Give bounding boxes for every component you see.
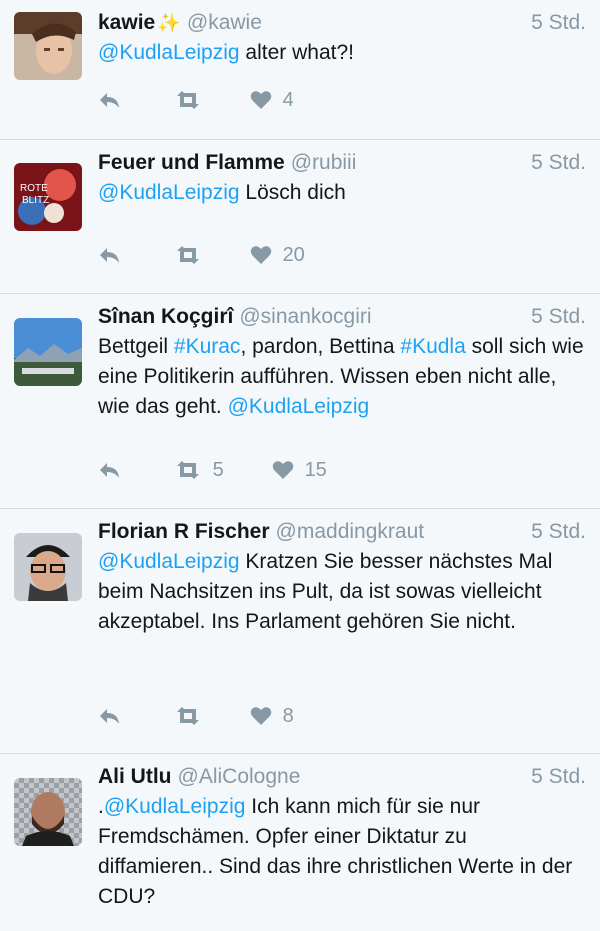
timestamp[interactable]: 5 Std.	[531, 148, 586, 178]
timestamp[interactable]: 5 Std.	[531, 8, 586, 38]
tweet-text-segment: , pardon, Bettina	[240, 335, 401, 358]
like-count: 8	[282, 704, 294, 727]
user-handle[interactable]: @rubiii	[291, 151, 357, 174]
mention-link[interactable]: @KudlaLeipzig	[98, 181, 240, 204]
mention-link[interactable]: @KudlaLeipzig	[98, 550, 240, 573]
avatar[interactable]	[14, 12, 82, 80]
reply-icon	[100, 708, 119, 724]
timestamp[interactable]: 5 Std.	[531, 302, 586, 332]
retweet-icon	[177, 90, 199, 109]
mention-link[interactable]: @KudlaLeipzig	[228, 395, 370, 418]
heart-icon	[250, 91, 272, 109]
reply-icon	[100, 462, 119, 478]
retweet-icon	[177, 460, 199, 479]
tweet-text-segment: Bettgeil	[98, 335, 174, 358]
retweet-button[interactable]: 5	[174, 454, 224, 484]
avatar[interactable]: ROTE BLITZ	[14, 163, 82, 231]
like-button[interactable]: 20	[250, 239, 305, 269]
reply-icon	[100, 247, 119, 263]
tweet[interactable]: Sînan Koçgirî @sinankocgiri 5 Std. Bettge…	[0, 294, 600, 509]
retweet-count: 5	[212, 458, 224, 481]
like-count: 4	[282, 88, 294, 111]
tweet-text: @KudlaLeipzig Lösch dich	[98, 178, 586, 208]
timestamp[interactable]: 5 Std.	[531, 517, 586, 547]
retweet-icon	[177, 245, 199, 264]
tweet[interactable]: ROTE BLITZ Feuer und Flamme @rubiii 5 Std…	[0, 140, 600, 294]
avatar[interactable]	[14, 533, 82, 601]
retweet-button[interactable]	[174, 84, 207, 114]
display-name[interactable]: Feuer und Flamme	[98, 151, 285, 174]
tweet-text: @KudlaLeipzig alter what?!	[98, 38, 586, 68]
tweet-text: @KudlaLeipzig Kratzen Sie besser nächste…	[98, 547, 586, 637]
sparkle-emoji: ✨	[157, 13, 181, 34]
tweet[interactable]: Ali Utlu @AliCologne 5 Std. .@KudlaLeipzi…	[0, 754, 600, 931]
tweet-text: Bettgeil #Kurac, pardon, Bettina #Kudla …	[98, 332, 586, 422]
reply-button[interactable]	[98, 239, 122, 269]
heart-icon	[272, 461, 294, 479]
tweet[interactable]: Florian R Fischer @maddingkraut 5 Std. @K…	[0, 509, 600, 754]
like-button[interactable]: 15	[272, 454, 327, 484]
like-count: 15	[304, 458, 327, 481]
tweet-text-segment: alter what?!	[239, 41, 354, 64]
user-handle[interactable]: @sinankocgiri	[239, 305, 371, 328]
like-button[interactable]: 8	[250, 700, 294, 730]
heart-icon	[250, 707, 272, 725]
user-handle[interactable]: @maddingkraut	[276, 520, 425, 543]
tweet[interactable]: kawie ✨ @kawie 5 Std. @KudlaLeipzig alter …	[0, 0, 600, 140]
avatar[interactable]	[14, 778, 82, 846]
display-name[interactable]: Florian R Fischer	[98, 520, 270, 543]
hashtag-link[interactable]: #Kudla	[400, 335, 465, 358]
like-count: 20	[282, 243, 305, 266]
retweet-icon	[177, 706, 199, 725]
mention-link[interactable]: @KudlaLeipzig	[98, 41, 240, 64]
reply-icon	[100, 92, 119, 108]
display-name[interactable]: Ali Utlu	[98, 765, 172, 788]
user-handle[interactable]: @kawie	[187, 11, 262, 34]
tweet-text-segment: Lösch dich	[239, 181, 346, 204]
reply-button[interactable]	[98, 84, 122, 114]
reply-button[interactable]	[98, 700, 122, 730]
user-handle[interactable]: @AliCologne	[178, 765, 301, 788]
like-button[interactable]: 4	[250, 84, 294, 114]
reply-button[interactable]	[98, 454, 122, 484]
hashtag-link[interactable]: #Kurac	[174, 335, 241, 358]
heart-icon	[250, 246, 272, 264]
svg-text:ROTE: ROTE	[20, 183, 48, 194]
retweet-button[interactable]	[174, 700, 207, 730]
display-name[interactable]: kawie	[98, 11, 155, 34]
avatar[interactable]	[14, 318, 82, 386]
timestamp[interactable]: 5 Std.	[531, 762, 586, 792]
display-name[interactable]: Sînan Koçgirî	[98, 305, 233, 328]
retweet-button[interactable]	[174, 239, 207, 269]
mention-link[interactable]: @KudlaLeipzig	[104, 795, 246, 818]
svg-text:BLITZ: BLITZ	[22, 195, 49, 206]
tweet-text: .@KudlaLeipzig Ich kann mich für sie nur…	[98, 792, 586, 912]
